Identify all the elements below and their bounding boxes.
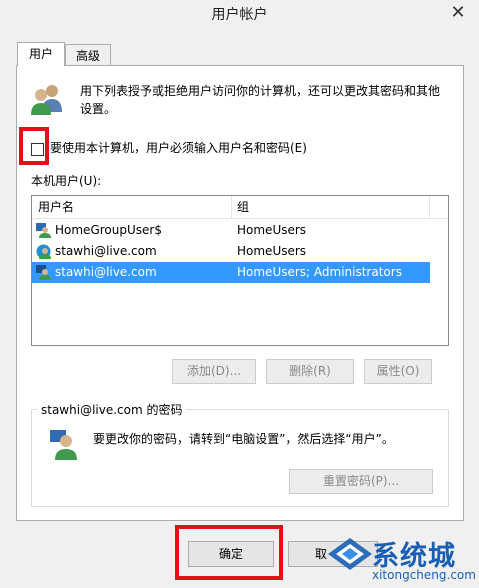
column-header-group[interactable]: 组	[237, 199, 249, 215]
local-users-label: 本机用户(U):	[31, 174, 102, 188]
column-separator[interactable]	[231, 196, 232, 218]
table-row[interactable]: HomeGroupUser$ HomeUsers	[32, 220, 430, 241]
column-header-username[interactable]: 用户名	[38, 199, 74, 215]
user-name: stawhi@live.com	[55, 244, 157, 258]
user-name: HomeGroupUser$	[55, 223, 162, 237]
column-separator[interactable]	[429, 196, 430, 218]
description-text: 用下列表授予或拒绝用户访问你的计算机，还可以更改其密码和其他设置。	[80, 84, 441, 116]
require-password-label[interactable]: 要使用本计算机，用户必须输入用户名和密码(E)	[50, 140, 307, 156]
remove-user-button[interactable]: 删除(R)	[266, 359, 354, 384]
highlight-box-ok	[175, 525, 283, 580]
user-icon	[50, 430, 77, 460]
tab-users[interactable]: 用户	[17, 42, 65, 66]
watermark-site: xitongcheng.com	[372, 568, 476, 582]
close-icon[interactable]: ✕	[450, 2, 465, 23]
user-name: stawhi@live.com	[55, 265, 157, 279]
user-group: HomeUsers	[237, 244, 307, 258]
reset-password-button[interactable]: 重置密码(P)...	[289, 469, 433, 494]
window-title: 用户帐户	[211, 7, 268, 23]
users-icon	[31, 85, 62, 115]
list-header: 用户名 组	[32, 196, 448, 219]
user-group: HomeUsers; Administrators	[237, 265, 402, 279]
user-icon	[36, 244, 51, 259]
user-group: HomeUsers	[237, 223, 307, 237]
properties-button[interactable]: 属性(O)	[364, 359, 432, 384]
table-row[interactable]: stawhi@live.com HomeUsers	[32, 241, 430, 262]
highlight-box-checkbox	[19, 127, 49, 165]
password-group-title: stawhi@live.com 的密码	[37, 401, 187, 418]
user-icon	[36, 223, 51, 238]
password-instruction: 要更改你的密码，请转到“电脑设置”，然后选择“用户”。	[93, 432, 394, 446]
table-row-selected[interactable]: stawhi@live.com HomeUsers; Administrator…	[32, 262, 430, 283]
tab-advanced[interactable]: 高级	[65, 44, 111, 66]
close-button[interactable]: ✕	[440, 1, 476, 25]
user-icon	[36, 265, 51, 280]
user-list[interactable]: 用户名 组 HomeGroupUser$ HomeUsers stawhi@li…	[31, 195, 449, 346]
add-user-button[interactable]: 添加(D)...	[172, 359, 256, 384]
